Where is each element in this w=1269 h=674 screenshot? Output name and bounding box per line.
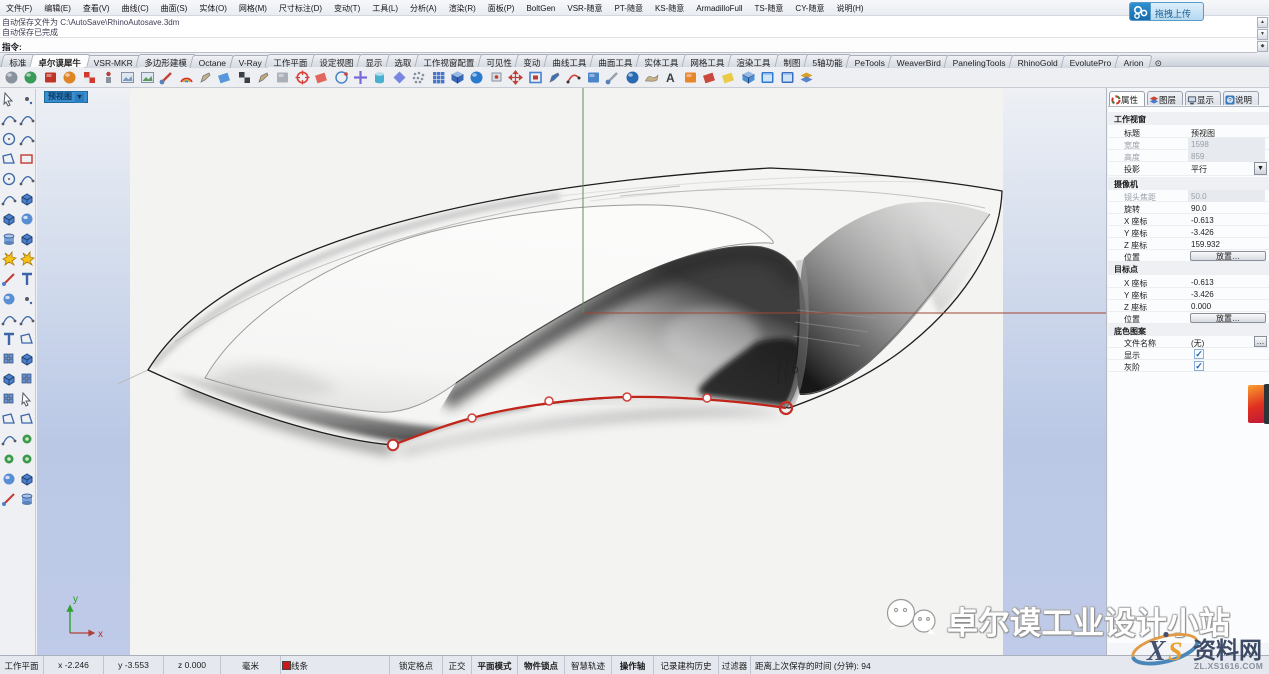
svg-text:x: x <box>98 629 103 640</box>
svg-text:y: y <box>73 594 78 605</box>
svg-text:资料网: 资料网 <box>1193 637 1262 663</box>
svg-text:X: X <box>1146 636 1167 667</box>
svg-text:A: A <box>666 71 675 85</box>
svg-text:S: S <box>1168 637 1182 666</box>
svg-text:ZL.XS1616.COM: ZL.XS1616.COM <box>1194 661 1263 671</box>
svg-text:?: ? <box>1228 97 1232 104</box>
